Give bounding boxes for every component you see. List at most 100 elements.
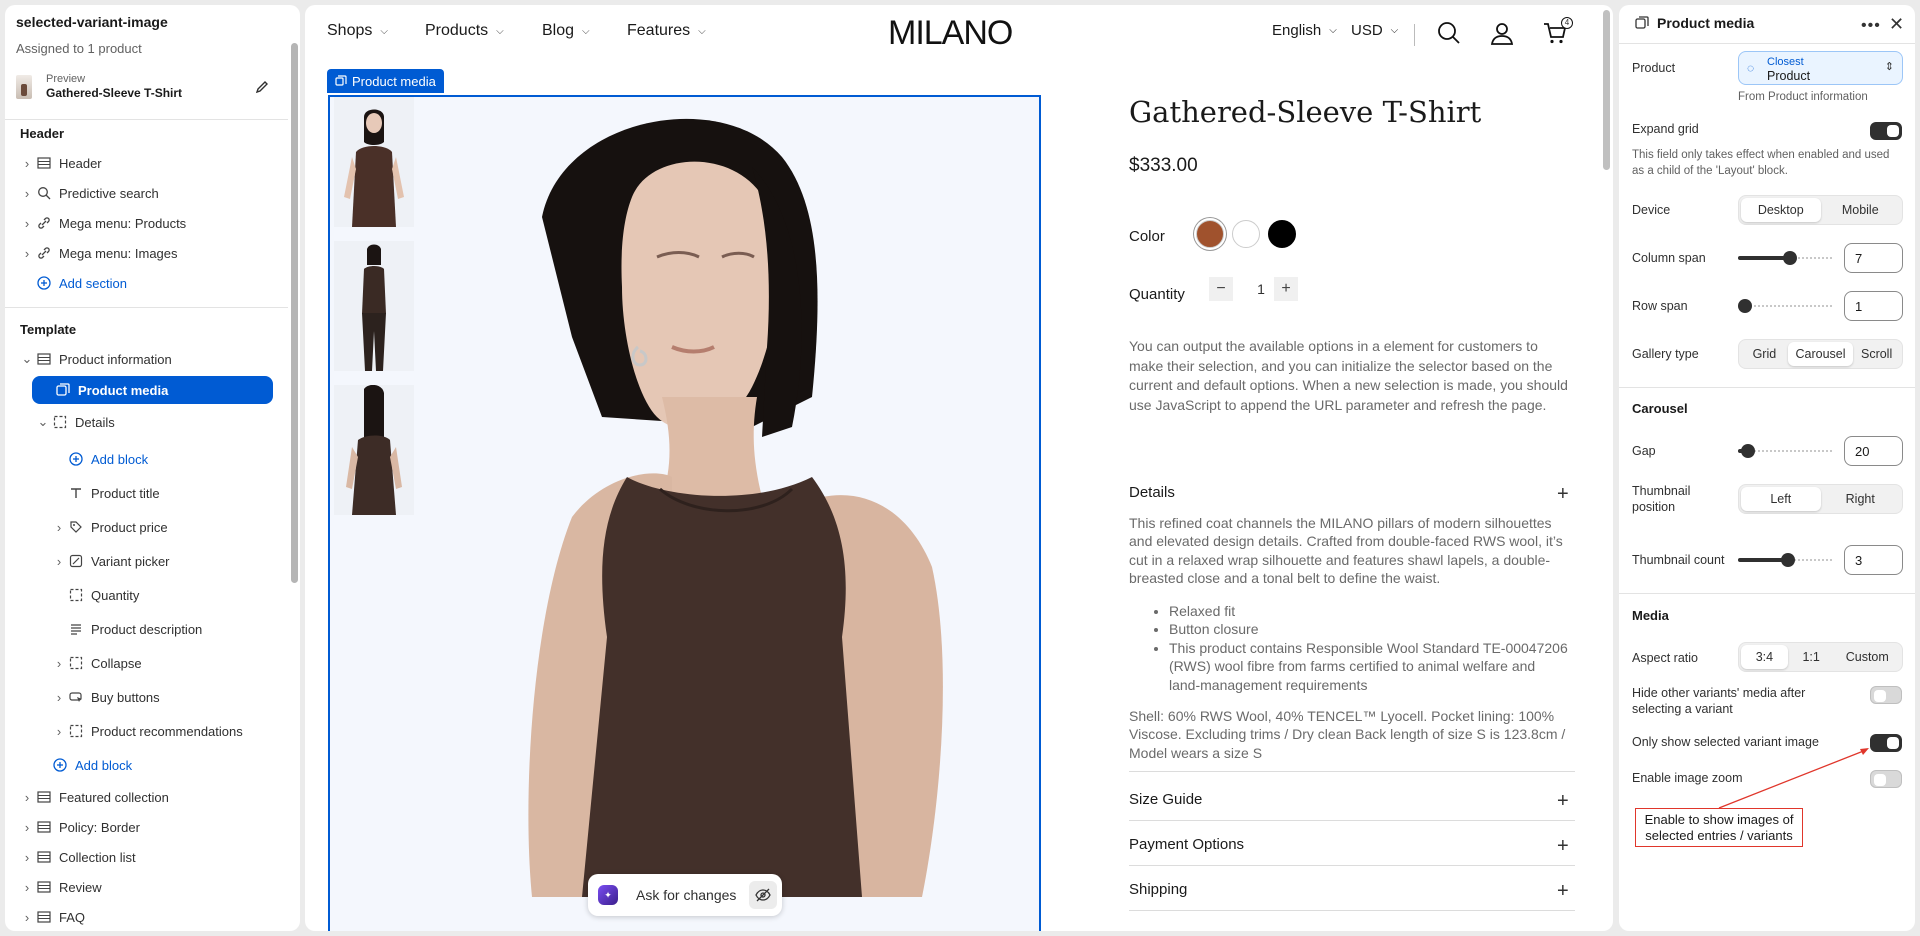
- tree-item-review[interactable]: › Review: [19, 873, 102, 901]
- quantity-value[interactable]: 1: [1251, 281, 1271, 297]
- chevron-down-icon: ⌵: [582, 25, 590, 37]
- section-icon: [35, 819, 53, 835]
- ask-for-changes-bar[interactable]: ✦ Ask for changes: [588, 874, 782, 916]
- tree-item-product-title[interactable]: Product title: [51, 479, 160, 507]
- chevron-right-icon[interactable]: ›: [51, 723, 67, 739]
- chevron-right-icon[interactable]: ›: [19, 789, 35, 805]
- chevron-right-icon[interactable]: ›: [19, 849, 35, 865]
- gallery-thumbnail-3[interactable]: [334, 385, 414, 515]
- account-icon[interactable]: [1489, 20, 1515, 46]
- plus-icon[interactable]: +: [1557, 881, 1569, 901]
- color-swatch-black[interactable]: [1268, 220, 1296, 248]
- preview-selector[interactable]: Preview Gathered-Sleeve T-Shirt: [16, 67, 276, 107]
- nav-features[interactable]: Features ⌵: [627, 22, 706, 40]
- eye-off-icon[interactable]: [749, 881, 777, 909]
- plus-icon[interactable]: +: [1557, 484, 1569, 504]
- section-icon: [35, 879, 53, 895]
- tree-item-buy-buttons[interactable]: › Buy buttons: [51, 683, 160, 711]
- chevron-right-icon[interactable]: ›: [19, 215, 35, 231]
- tree-item-label: Header: [59, 155, 102, 171]
- tree-item-quantity[interactable]: Quantity: [51, 581, 139, 609]
- tree-item-product-information[interactable]: ⌄ Product information: [19, 345, 172, 373]
- add-section-button[interactable]: Add section: [19, 269, 127, 297]
- sidebar-scrollbar[interactable]: [291, 43, 298, 583]
- payment-options-accordion[interactable]: Payment Options: [1129, 836, 1244, 853]
- details-accordion-title[interactable]: Details: [1129, 484, 1175, 501]
- product-title: Gathered-Sleeve T-Shirt: [1129, 95, 1482, 129]
- tree-item-label: Review: [59, 879, 102, 895]
- tree-item-featured-collection[interactable]: › Featured collection: [19, 783, 169, 811]
- tree-item-product-media[interactable]: Product media: [32, 376, 273, 404]
- chevron-down-icon[interactable]: ⌄: [35, 414, 51, 430]
- tree-item-collapse[interactable]: › Collapse: [51, 649, 142, 677]
- media-gallery-icon: [335, 75, 347, 86]
- annotation-arrow: [1718, 748, 1869, 809]
- tree-item-label: Variant picker: [91, 553, 170, 569]
- tree-item-details[interactable]: ⌄ Details: [35, 408, 115, 436]
- tree-item-predictive-search[interactable]: › Predictive search: [19, 179, 159, 207]
- currency-selector[interactable]: USD ⌵: [1351, 22, 1398, 39]
- tree-item-collection-list[interactable]: › Collection list: [19, 843, 136, 871]
- chevron-right-icon[interactable]: ›: [51, 655, 67, 671]
- tree-item-label: Details: [75, 414, 115, 430]
- size-guide-accordion[interactable]: Size Guide: [1129, 791, 1202, 808]
- nav-blog[interactable]: Blog ⌵: [542, 22, 590, 40]
- text-icon: [67, 485, 85, 501]
- plus-icon[interactable]: +: [1557, 791, 1569, 811]
- chevron-right-icon[interactable]: ›: [19, 909, 35, 925]
- details-text: This refined coat channels the MILANO pi…: [1129, 515, 1563, 587]
- plus-circle-icon: [67, 451, 85, 467]
- language-selector[interactable]: English ⌵: [1272, 22, 1337, 39]
- color-swatch-brown[interactable]: [1196, 220, 1224, 248]
- tree-item-label: Featured collection: [59, 789, 169, 805]
- tree-item-policy-border[interactable]: › Policy: Border: [19, 813, 140, 841]
- chevron-right-icon[interactable]: ›: [51, 519, 67, 535]
- chevron-right-icon[interactable]: ›: [19, 185, 35, 201]
- product-main-image[interactable]: [422, 97, 1039, 897]
- tree-item-variant-picker[interactable]: › Variant picker: [51, 547, 170, 575]
- tree-item-header[interactable]: › Header: [19, 149, 102, 177]
- search-icon[interactable]: [1436, 20, 1462, 46]
- gallery-thumbnail-2[interactable]: [334, 241, 414, 371]
- preview-product-name: Gathered-Sleeve T-Shirt: [46, 86, 183, 100]
- plus-icon[interactable]: +: [1557, 836, 1569, 856]
- tree-item-label: Product price: [91, 519, 168, 535]
- block-icon: [67, 587, 85, 603]
- chevron-right-icon[interactable]: ›: [19, 819, 35, 835]
- preview-scrollbar[interactable]: [1603, 10, 1610, 170]
- preview-product-thumbnail: [16, 75, 32, 99]
- tree-item-product-recommendations[interactable]: › Product recommendations: [51, 717, 243, 745]
- color-swatch-white[interactable]: [1232, 220, 1260, 248]
- tree-item-mega-menu-images[interactable]: › Mega menu: Images: [19, 239, 178, 267]
- tree-item-product-description[interactable]: Product description: [51, 615, 202, 643]
- store-logo[interactable]: MILANO: [888, 14, 1013, 53]
- store-preview: Shops ⌵ Products ⌵ Blog ⌵ Features ⌵ MILANO …: [305, 5, 1613, 931]
- details-list: Relaxed fit Button closure This product …: [1169, 602, 1569, 694]
- chevron-right-icon[interactable]: ›: [51, 553, 67, 569]
- nav-shops[interactable]: Shops ⌵: [327, 22, 388, 40]
- tree-item-mega-menu-products[interactable]: › Mega menu: Products: [19, 209, 186, 237]
- theme-editor-sidebar: selected-variant-image Assigned to 1 pro…: [5, 5, 300, 931]
- add-block-button-2[interactable]: Add block: [35, 751, 132, 779]
- chevron-right-icon[interactable]: ›: [19, 879, 35, 895]
- shipping-accordion[interactable]: Shipping: [1129, 881, 1187, 898]
- tree-item-faq[interactable]: › FAQ: [19, 903, 85, 931]
- chevron-right-icon[interactable]: ›: [51, 689, 67, 705]
- chevron-right-icon[interactable]: ›: [19, 245, 35, 261]
- edit-pencil-icon[interactable]: [254, 79, 270, 95]
- chevron-down-icon: ⌵: [380, 25, 388, 37]
- chevron-down-icon[interactable]: ⌄: [19, 351, 35, 367]
- gallery-thumbnail-1[interactable]: [334, 97, 414, 227]
- nav-products[interactable]: Products ⌵: [425, 22, 504, 40]
- selected-block-tag[interactable]: Product media: [327, 69, 444, 93]
- quantity-increase-button[interactable]: +: [1274, 277, 1298, 301]
- product-media-gallery[interactable]: [328, 95, 1041, 931]
- chevron-down-icon: ⌵: [496, 25, 504, 37]
- add-block-button[interactable]: Add block: [51, 445, 148, 473]
- tree-item-product-price[interactable]: › Product price: [51, 513, 168, 541]
- quantity-decrease-button[interactable]: −: [1209, 277, 1233, 301]
- chevron-right-icon[interactable]: ›: [19, 155, 35, 171]
- tree-item-label: Policy: Border: [59, 819, 140, 835]
- plus-circle-icon: [35, 275, 53, 291]
